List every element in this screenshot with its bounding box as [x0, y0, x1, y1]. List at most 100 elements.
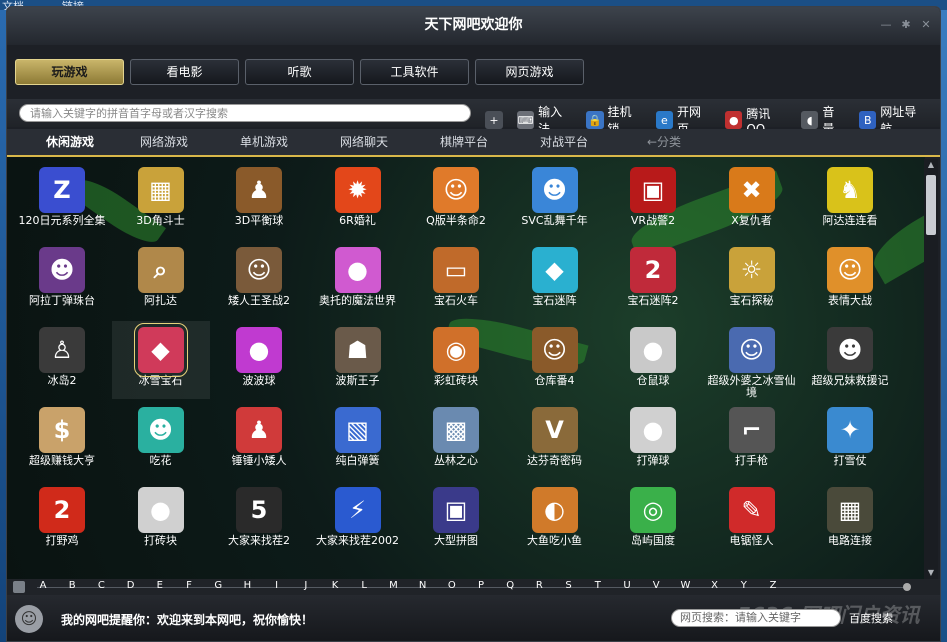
game-item[interactable]: ✦ 打雪仗 — [801, 401, 899, 479]
alphabet-letter[interactable]: R — [533, 580, 545, 591]
game-item[interactable]: ✖ X复仇者 — [703, 161, 801, 239]
game-item[interactable]: ⚡ 大家来找茬2002 — [309, 481, 407, 559]
game-item[interactable]: ● 仓鼠球 — [604, 321, 702, 399]
alphabet-letter[interactable]: F — [183, 580, 195, 591]
game-item[interactable]: 5 大家来找茬2 — [210, 481, 308, 559]
scroll-up-icon[interactable]: ▲ — [924, 159, 938, 171]
game-item[interactable]: ☺ 超级外婆之冰雪仙境 — [703, 321, 801, 399]
game-item[interactable]: ☼ 宝石探秘 — [703, 241, 801, 319]
minimize-icon[interactable]: — — [880, 19, 892, 31]
alphabet-letter[interactable]: A — [37, 580, 49, 591]
tab-category[interactable]: 玩游戏 — [15, 59, 124, 85]
alphabet-letter[interactable]: M — [387, 580, 399, 591]
game-item[interactable]: $ 超级赚钱大亨 — [13, 401, 111, 479]
alphabet-letter[interactable]: T — [592, 580, 604, 591]
game-item[interactable]: ⌐ 打手枪 — [703, 401, 801, 479]
tab-category[interactable]: 看电影 — [130, 59, 239, 85]
game-item[interactable]: V 达芬奇密码 — [506, 401, 604, 479]
game-item[interactable]: ⌕ 阿扎达 — [112, 241, 210, 319]
search-input[interactable] — [19, 104, 471, 122]
game-item[interactable]: ☻ 吃花 — [112, 401, 210, 479]
alphabet-letter[interactable]: D — [125, 580, 137, 591]
alphabet-letter[interactable]: P — [475, 580, 487, 591]
alphabet-letter[interactable]: Z — [767, 580, 779, 591]
baidu-search-button[interactable]: 百度搜索 — [849, 610, 893, 626]
game-item[interactable]: ✎ 电锯怪人 — [703, 481, 801, 559]
scroll-thumb[interactable] — [926, 175, 936, 235]
tab-subcategory[interactable]: 休闲游戏 — [25, 129, 115, 155]
game-item[interactable]: ◆ 冰雪宝石 — [111, 321, 210, 399]
game-icon: ▣ — [433, 487, 479, 533]
close-icon[interactable]: ✕ — [920, 19, 932, 31]
game-item[interactable]: ♞ 阿达连连看 — [801, 161, 899, 239]
web-search-input[interactable]: 网页搜索：请输入关键字 — [671, 609, 841, 627]
game-item[interactable]: ● 波波球 — [210, 321, 308, 399]
game-item[interactable]: ☻ 超级兄妹救援记 — [801, 321, 899, 399]
game-item[interactable]: ● 奥托的魔法世界 — [309, 241, 407, 319]
alphabet-letter[interactable]: N — [417, 580, 429, 591]
tab-subcategory[interactable]: ←分类 — [619, 129, 709, 155]
alphabet-letter[interactable]: U — [621, 580, 633, 591]
game-name: 打手枪 — [735, 454, 768, 467]
alphabet-letter[interactable]: I — [271, 580, 283, 591]
title-bar[interactable]: 天下网吧欢迎你 — ✱ ✕ — [7, 7, 940, 45]
tab-subcategory[interactable]: 网络游戏 — [119, 129, 209, 155]
game-name: 纯白弹簧 — [335, 454, 380, 467]
game-item[interactable]: ▣ VR战警2 — [604, 161, 702, 239]
alphabet-letter[interactable]: E — [154, 580, 166, 591]
alphabet-letter[interactable]: W — [679, 580, 691, 591]
keyboard-icon[interactable] — [13, 581, 25, 593]
game-item[interactable]: ▧ 纯白弹簧 — [309, 401, 407, 479]
tab-subcategory[interactable]: 对战平台 — [519, 129, 609, 155]
alphabet-letter[interactable]: C — [95, 580, 107, 591]
tab-subcategory[interactable]: 棋牌平台 — [419, 129, 509, 155]
tab-category[interactable]: 网页游戏 — [475, 59, 584, 85]
tab-category[interactable]: 工具软件 — [360, 59, 469, 85]
game-item[interactable]: ▦ 电路连接 — [801, 481, 899, 559]
game-item[interactable]: ☻ 阿拉丁弹珠台 — [13, 241, 111, 319]
game-item[interactable]: 2 打野鸡 — [13, 481, 111, 559]
alphabet-letter[interactable]: G — [212, 580, 224, 591]
game-item[interactable]: ● 打弹球 — [604, 401, 702, 479]
game-item[interactable]: ♟ 3D平衡球 — [210, 161, 308, 239]
game-item[interactable]: ☻ SVC乱舞千年 — [506, 161, 604, 239]
alphabet-letter[interactable]: B — [66, 580, 78, 591]
game-item[interactable]: ☺ Q版半条命2 — [407, 161, 505, 239]
alphabet-letter[interactable]: J — [300, 580, 312, 591]
scrollbar[interactable]: ▲ ▼ — [924, 159, 938, 579]
tab-subcategory[interactable]: 网络聊天 — [319, 129, 409, 155]
game-item[interactable]: ● 打砖块 — [112, 481, 210, 559]
game-item[interactable]: ▩ 丛林之心 — [407, 401, 505, 479]
tab-category[interactable]: 听歌 — [245, 59, 354, 85]
alphabet-letter[interactable]: S — [563, 580, 575, 591]
game-item[interactable]: ▦ 3D角斗士 — [112, 161, 210, 239]
alphabet-letter[interactable]: L — [358, 580, 370, 591]
game-item[interactable]: ◎ 岛屿国度 — [604, 481, 702, 559]
game-item[interactable]: ♟ 锤锤小矮人 — [210, 401, 308, 479]
game-item[interactable]: Z 120日元系列全集 — [13, 161, 111, 239]
game-item[interactable]: ☗ 波斯王子 — [309, 321, 407, 399]
game-item[interactable]: ▭ 宝石火车 — [407, 241, 505, 319]
game-item[interactable]: ◆ 宝石迷阵 — [506, 241, 604, 319]
gear-icon[interactable]: ✱ — [900, 19, 912, 31]
game-item[interactable]: ✹ 6R婚礼 — [309, 161, 407, 239]
game-item[interactable]: ◉ 彩虹砖块 — [407, 321, 505, 399]
game-item[interactable]: 2 宝石迷阵2 — [604, 241, 702, 319]
game-item[interactable]: ☺ 矮人王圣战2 — [210, 241, 308, 319]
tab-subcategory[interactable]: 单机游戏 — [219, 129, 309, 155]
scroll-down-icon[interactable]: ▼ — [924, 567, 938, 579]
alphabet-letter[interactable]: X — [709, 580, 721, 591]
game-item[interactable]: ◐ 大鱼吃小鱼 — [506, 481, 604, 559]
alphabet-letter[interactable]: Y — [738, 580, 750, 591]
game-item[interactable]: ☺ 仓库番4 — [506, 321, 604, 399]
alphabet-letter[interactable]: O — [446, 580, 458, 591]
game-item[interactable]: ♙ 冰岛2 — [13, 321, 111, 399]
alphabet-slider-handle[interactable] — [903, 583, 911, 591]
game-item[interactable]: ☺ 表情大战 — [801, 241, 899, 319]
alphabet-letter[interactable]: H — [241, 580, 253, 591]
alphabet-letter[interactable]: Q — [504, 580, 516, 591]
alphabet-letter[interactable]: V — [650, 580, 662, 591]
game-item[interactable]: ▣ 大型拼图 — [407, 481, 505, 559]
toolbar-item[interactable]: + — [485, 111, 503, 129]
alphabet-letter[interactable]: K — [329, 580, 341, 591]
